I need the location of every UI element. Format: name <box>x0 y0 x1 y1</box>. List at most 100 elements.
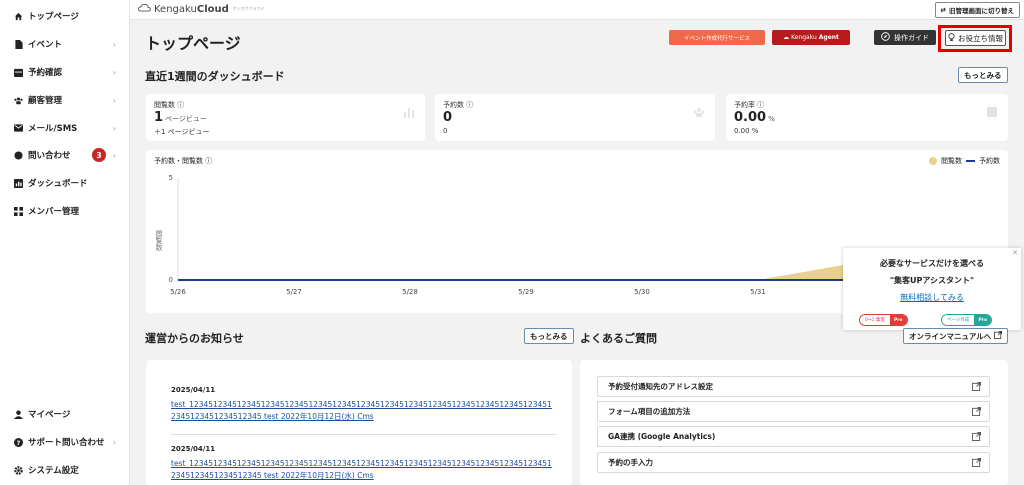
news-card: 2025/04/11 test_123451234512345123451234… <box>146 360 572 485</box>
free-consultation-link[interactable]: 無料相談してみる <box>843 292 1021 303</box>
bookmark-icon <box>986 106 998 118</box>
news-date: 2025/04/11 <box>171 386 216 394</box>
chevron-right-icon: › <box>112 123 116 133</box>
event-service-button[interactable]: イベント作成代行サービス <box>669 30 765 45</box>
mail-icon <box>14 124 23 133</box>
chevron-right-icon: › <box>112 95 116 105</box>
sidebar-item-mail[interactable]: メール/SMS › <box>14 119 124 137</box>
x-tick-label: 5/27 <box>286 288 302 296</box>
switch-old-admin-button[interactable]: ⇄ 旧管理画面に切り替え <box>934 2 1020 18</box>
info-icon: ⓘ <box>466 101 474 109</box>
useful-info-button[interactable]: お役立ち情報 <box>945 30 1006 46</box>
bar-chart-icon <box>403 106 415 118</box>
cloud-icon <box>138 3 151 15</box>
stat-card-rate: 予約率 ⓘ 0.00% 0.00 % <box>726 94 1008 141</box>
calendar-icon <box>14 68 23 77</box>
external-link-icon <box>972 458 981 467</box>
swap-icon: ⇄ <box>940 6 946 14</box>
stat-value: 0.00% <box>734 110 775 125</box>
sidebar-item-label: マイページ <box>28 410 71 420</box>
promo-pill-2: ページ作成 Pro <box>941 314 993 326</box>
chevron-right-icon: › <box>112 150 116 160</box>
operation-guide-button[interactable]: 操作ガイド <box>874 30 936 45</box>
stat-value: 1 ページビュー <box>154 110 207 125</box>
x-tick-label: 5/29 <box>518 288 534 296</box>
promo-pill-1: 0→1 集客 Pro <box>859 314 908 326</box>
faq-item[interactable]: 予約受付通知先のアドレス設定 <box>597 376 990 397</box>
external-link-icon <box>972 407 981 416</box>
sidebar-item-customers[interactable]: 顧客管理 › <box>14 91 124 109</box>
sidebar-item-label: システム設定 <box>28 466 79 476</box>
news-link[interactable]: test_12345123451234512345123451234512345… <box>171 399 556 423</box>
sidebar-item-label: 顧客管理 <box>28 96 63 106</box>
x-tick-label: 5/28 <box>402 288 418 296</box>
x-tick-label: 5/31 <box>750 288 766 296</box>
dashboard-more-button[interactable]: もっとみる <box>958 67 1008 83</box>
news-more-button[interactable]: もっとみる <box>524 328 574 344</box>
dashboard-title: 直近1週間のダッシュボード <box>145 70 285 83</box>
close-icon[interactable]: ✕ <box>1012 249 1018 257</box>
sidebar-item-label: メンバー管理 <box>28 207 80 217</box>
people-icon <box>14 96 23 105</box>
stat-sub: 0.00 % <box>734 127 759 135</box>
stat-value: 0 <box>443 110 453 125</box>
external-link-icon <box>994 331 1003 341</box>
useful-info-label: お役立ち情報 <box>958 33 1003 43</box>
switch-old-admin-label: 旧管理画面に切り替え <box>949 7 1014 15</box>
sidebar-item-label: トップページ <box>28 12 79 22</box>
chevron-right-icon: › <box>112 437 116 447</box>
sidebar: トップページ イベント › 予約確認 › 顧客管理 › メール/SMS › 問い… <box>0 0 130 485</box>
sidebar-item-label: 予約確認 <box>28 68 63 78</box>
sidebar-item-members[interactable]: メンバー管理 <box>14 202 124 220</box>
agent-label-prefix: Kengaku <box>791 34 817 41</box>
svg-text:?: ? <box>17 440 21 447</box>
logo-text-bold: Cloud <box>196 3 229 15</box>
agent-label-bold: Agent <box>818 34 839 41</box>
x-tick-label: 5/30 <box>634 288 650 296</box>
sidebar-item-mypage[interactable]: マイページ <box>14 405 124 423</box>
sidebar-item-dashboard[interactable]: ダッシュボード <box>14 174 124 192</box>
stat-sub: ＋1 ページビュー <box>154 128 210 136</box>
online-manual-button[interactable]: オンラインマニュアルへ <box>903 328 1009 344</box>
sidebar-item-reservation[interactable]: 予約確認 › <box>14 63 124 81</box>
faq-item[interactable]: GA連携 (Google Analytics) <box>597 426 990 447</box>
faq-item-label: 予約受付通知先のアドレス設定 <box>608 382 713 391</box>
sidebar-item-inquiry[interactable]: 問い合わせ 3 › <box>14 146 124 164</box>
news-link[interactable]: test_12345123451234512345123451234512345… <box>171 458 556 482</box>
stat-label: 予約率 ⓘ <box>734 101 765 109</box>
promo-popup: ✕ 必要なサービスだけを選べる "集客UPアシスタント" 無料相談してみる 0→… <box>843 248 1021 330</box>
grid-icon <box>14 206 23 216</box>
sidebar-item-settings[interactable]: システム設定 <box>14 461 124 479</box>
faq-item-label: GA連携 (Google Analytics) <box>608 432 716 441</box>
document-icon <box>14 39 23 49</box>
logo-text: Kengaku <box>154 3 197 15</box>
sidebar-item-label: メール/SMS <box>28 124 78 134</box>
sidebar-item-label: イベント <box>28 40 63 50</box>
info-icon: ⓘ <box>177 101 185 109</box>
dashboard-icon <box>14 178 23 188</box>
x-tick-label: 5/26 <box>170 288 186 296</box>
promo-line-2: "集客UPアシスタント" <box>889 276 975 285</box>
sidebar-item-support[interactable]: ? サポート問い合わせ › <box>14 433 124 451</box>
faq-item[interactable]: フォーム項目の追加方法 <box>597 401 990 422</box>
user-icon <box>14 409 23 419</box>
top-bar: Kengaku Cloud ケンガククラウド ⇄ 旧管理画面に切り替え <box>130 0 1024 20</box>
sidebar-item-event[interactable]: イベント › <box>14 35 124 53</box>
notification-badge: 3 <box>92 148 106 162</box>
stat-card-reservations: 予約数 ⓘ 0 0 <box>435 94 715 141</box>
online-manual-label: オンラインマニュアルへ <box>909 331 992 341</box>
sidebar-item-label: 問い合わせ <box>28 151 71 161</box>
sidebar-item-label: サポート問い合わせ <box>28 438 105 448</box>
cloud-icon: ☁ <box>783 34 790 41</box>
faq-title: よくあるご質問 <box>580 332 657 345</box>
page-title: トップページ <box>145 34 241 53</box>
stat-sub: 0 <box>443 127 448 135</box>
divider <box>171 434 556 435</box>
faq-card: 予約受付通知先のアドレス設定 フォーム項目の追加方法 GA連携 (Google … <box>580 360 1008 485</box>
faq-item[interactable]: 予約の手入力 <box>597 452 990 473</box>
kengaku-agent-button[interactable]: ☁ Kengaku Agent <box>772 30 850 45</box>
stat-label: 予約数 ⓘ <box>443 101 474 109</box>
lightbulb-icon <box>948 32 955 44</box>
sidebar-item-top[interactable]: トップページ <box>14 7 124 25</box>
chat-icon <box>14 150 23 160</box>
